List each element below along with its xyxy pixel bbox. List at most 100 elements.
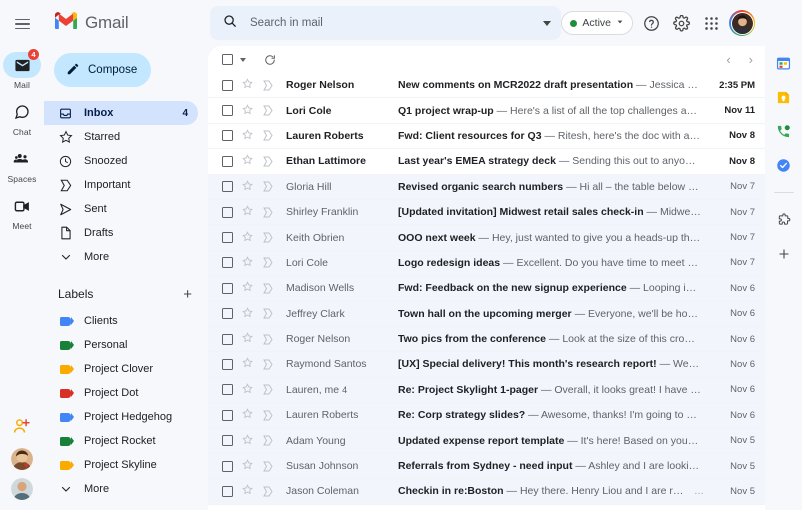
table-row[interactable]: Lori Cole Logo redesign ideas — Excellent… [208, 250, 765, 277]
star-icon[interactable] [242, 256, 253, 270]
row-checkbox-icon[interactable] [222, 409, 233, 421]
star-icon[interactable] [242, 484, 253, 498]
star-icon[interactable] [242, 408, 253, 422]
refresh-icon[interactable] [264, 54, 276, 66]
compose-button[interactable]: Compose [54, 53, 151, 87]
hamburger-icon[interactable] [6, 8, 38, 40]
row-checkbox-icon[interactable] [222, 232, 233, 244]
table-row[interactable]: Jeffrey Clark Town hall on the upcoming m… [208, 301, 765, 327]
table-row[interactable]: Gloria Hill Revised organic search number… [208, 174, 765, 200]
star-icon[interactable] [242, 103, 253, 118]
contacts-icon[interactable] [775, 122, 793, 140]
row-checkbox-icon[interactable] [222, 105, 233, 117]
star-icon[interactable] [242, 205, 253, 219]
row-checkbox-icon[interactable] [222, 181, 233, 193]
row-checkbox-icon[interactable] [222, 308, 233, 320]
sidebar-item-label-clients[interactable]: Clients [44, 309, 198, 333]
important-icon[interactable] [262, 359, 274, 370]
star-icon[interactable] [242, 180, 253, 194]
table-row[interactable]: Roger Nelson New comments on MCR2022 draf… [208, 73, 765, 99]
important-icon[interactable] [262, 435, 274, 446]
important-icon[interactable] [262, 334, 274, 345]
important-icon[interactable] [262, 207, 274, 218]
important-icon[interactable] [262, 283, 274, 294]
star-icon[interactable] [242, 332, 253, 346]
table-row[interactable]: Ethan Lattimore Last year's EMEA strategy… [208, 149, 765, 175]
star-icon[interactable] [242, 306, 253, 321]
star-icon[interactable] [242, 433, 253, 448]
row-checkbox-icon[interactable] [222, 485, 233, 497]
search-options-chevron-down-icon[interactable] [543, 20, 552, 26]
row-checkbox-icon[interactable] [222, 206, 233, 218]
rail-item-spaces[interactable]: Spaces [2, 146, 42, 184]
table-row[interactable]: Shirley Franklin [Updated invitation] Mid… [208, 199, 765, 226]
table-row[interactable]: Lauren Roberts Re: Corp strategy slides? … [208, 403, 765, 429]
sidebar-item-label-personal[interactable]: Personal [44, 333, 198, 357]
table-row[interactable]: Raymond Santos [UX] Special delivery! Thi… [208, 352, 765, 378]
sidebar-item-starred[interactable]: Starred [44, 125, 198, 149]
row-checkbox-icon[interactable] [222, 333, 233, 345]
table-row[interactable]: Lauren Roberts Fwd: Client resources for … [208, 123, 765, 150]
row-checkbox-icon[interactable] [222, 460, 233, 472]
table-row[interactable]: Susan Johnson Referrals from Sydney - nee… [208, 453, 765, 480]
chevron-right-icon[interactable]: › [749, 53, 753, 66]
row-checkbox-icon[interactable] [222, 257, 233, 269]
row-checkbox-icon[interactable] [222, 384, 233, 396]
select-chevron-down-icon[interactable] [240, 57, 246, 62]
sidebar-item-snoozed[interactable]: Snoozed [44, 149, 198, 173]
apps-grid-icon[interactable] [699, 11, 723, 35]
calendar-icon[interactable] [775, 54, 793, 72]
sidebar-item-label-project-skyline[interactable]: Project Skyline [44, 453, 198, 477]
avatar[interactable] [11, 448, 33, 470]
sidebar-item-sent[interactable]: Sent [44, 197, 198, 221]
table-row[interactable]: Keith Obrien OOO next week — Hey, just wa… [208, 225, 765, 251]
rail-item-chat[interactable]: Chat [2, 99, 42, 137]
star-icon[interactable] [242, 154, 253, 168]
puzzle-addon-icon[interactable] [775, 211, 793, 229]
avatar[interactable] [11, 478, 33, 500]
account-avatar[interactable] [729, 10, 755, 36]
sidebar-item-inbox[interactable]: Inbox 4 [44, 101, 198, 125]
plus-icon[interactable] [775, 245, 793, 263]
important-icon[interactable] [262, 156, 274, 167]
star-icon[interactable] [242, 459, 253, 473]
important-icon[interactable] [262, 232, 274, 243]
important-icon[interactable] [262, 80, 274, 91]
keep-icon[interactable] [775, 88, 793, 106]
table-row[interactable]: Lori Cole Q1 project wrap-up — Here's a l… [208, 98, 765, 124]
table-row[interactable]: Lauren, me 4 Re: Project Skylight 1-pager … [208, 377, 765, 404]
add-contact-icon[interactable] [12, 417, 32, 440]
important-icon[interactable] [262, 257, 274, 268]
important-icon[interactable] [262, 105, 274, 116]
important-icon[interactable] [262, 486, 274, 497]
rail-item-meet[interactable]: Meet [2, 193, 42, 231]
star-icon[interactable] [242, 281, 253, 295]
table-row[interactable]: Roger Nelson Two pics from the conference… [208, 326, 765, 353]
star-icon[interactable] [242, 230, 253, 245]
star-icon[interactable] [242, 357, 253, 371]
sidebar-item-more[interactable]: More [44, 245, 198, 269]
help-icon[interactable] [639, 11, 663, 35]
sidebar-item-label-project-hedgehog[interactable]: Project Hedgehog [44, 405, 198, 429]
table-row[interactable]: Adam Young Updated expense report templat… [208, 428, 765, 454]
important-icon[interactable] [262, 410, 274, 421]
rail-item-mail[interactable]: 4 Mail [2, 49, 42, 90]
important-icon[interactable] [262, 308, 274, 319]
plus-icon[interactable]: + [183, 287, 192, 302]
search-bar[interactable] [210, 6, 562, 40]
tasks-icon[interactable] [775, 156, 793, 174]
table-row[interactable]: Jason Coleman Checkin in re:Boston — Hey … [208, 479, 765, 505]
table-row[interactable]: Madison Wells Fwd: Feedback on the new si… [208, 276, 765, 302]
sidebar-item-label-project-rocket[interactable]: Project Rocket [44, 429, 198, 453]
important-icon[interactable] [262, 461, 274, 472]
row-checkbox-icon[interactable] [222, 282, 233, 294]
sidebar-item-drafts[interactable]: Drafts [44, 221, 198, 245]
search-input[interactable] [250, 17, 531, 29]
select-all-checkbox-icon[interactable] [222, 54, 233, 65]
star-icon[interactable] [242, 383, 253, 397]
row-checkbox-icon[interactable] [222, 155, 233, 167]
important-icon[interactable] [262, 130, 274, 141]
row-checkbox-icon[interactable] [222, 130, 233, 142]
important-icon[interactable] [262, 181, 274, 192]
important-icon[interactable] [262, 384, 274, 395]
